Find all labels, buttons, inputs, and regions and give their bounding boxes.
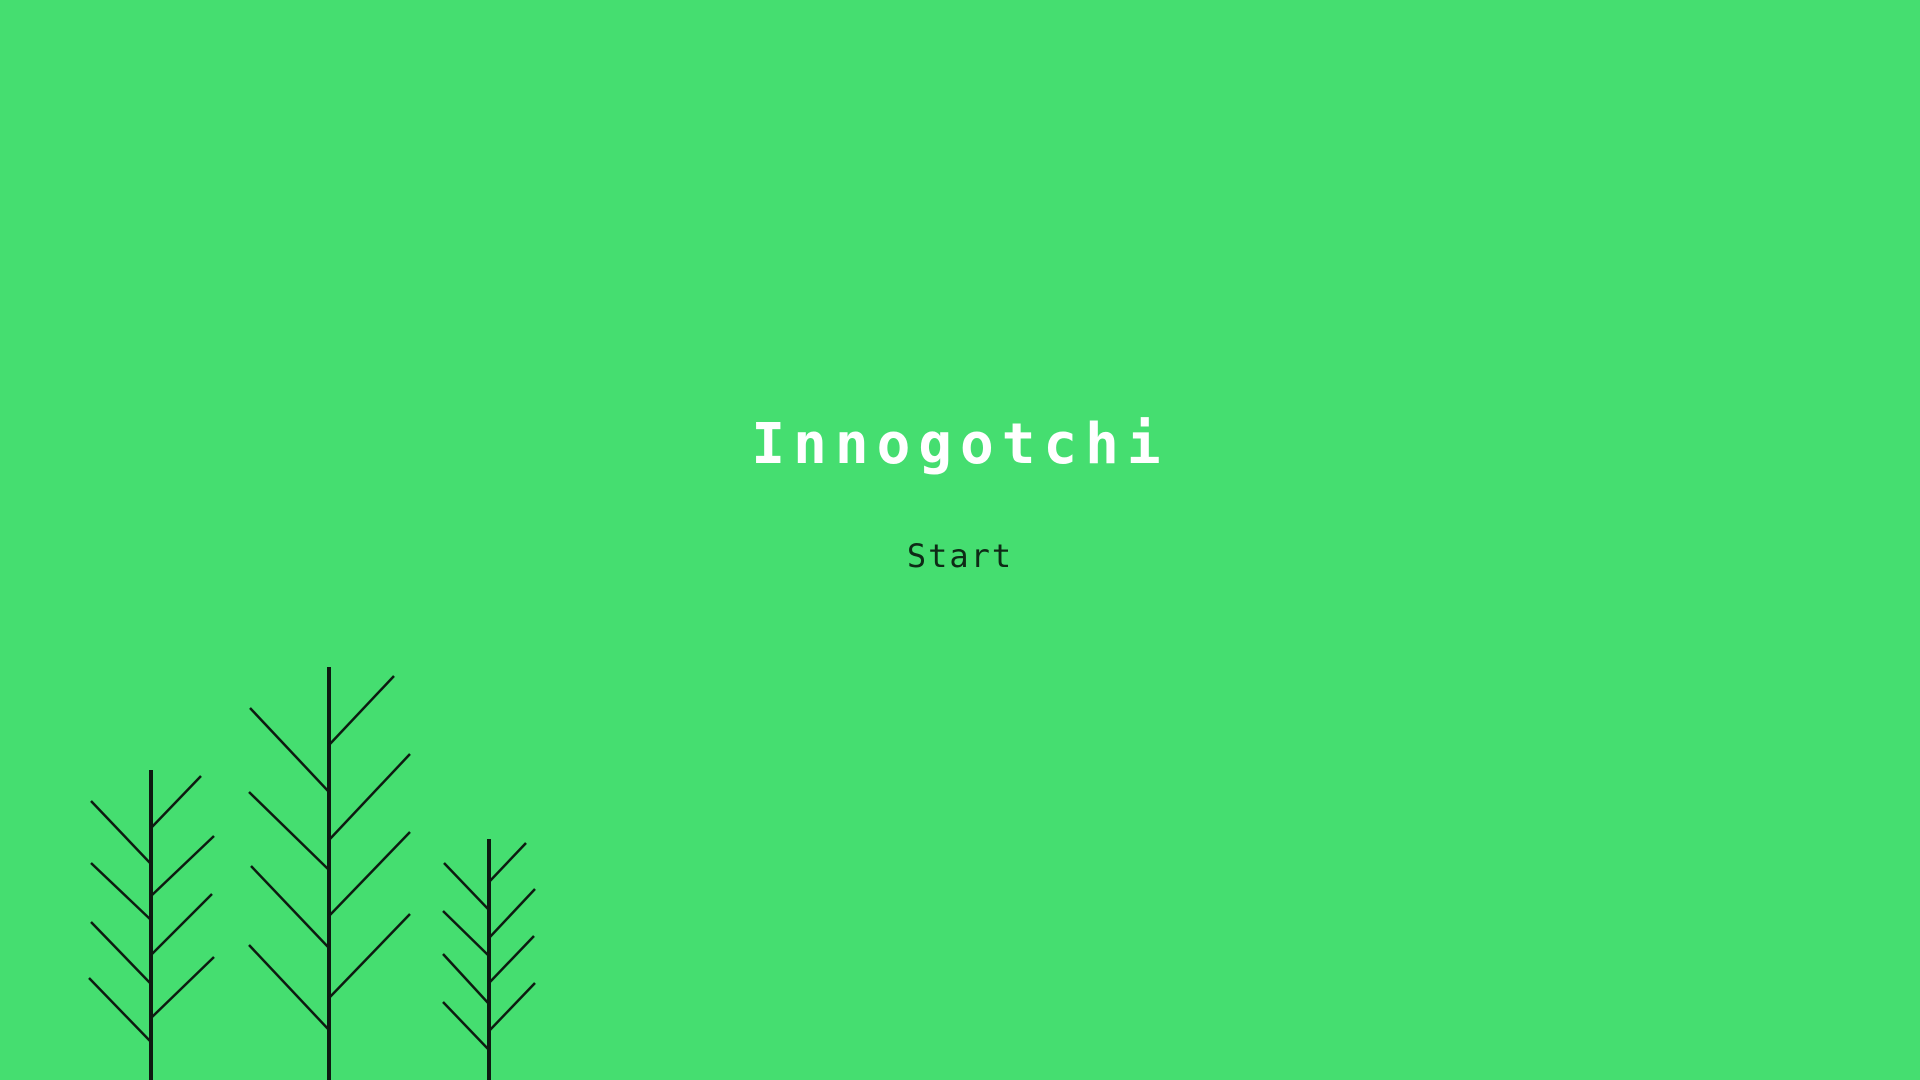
game-title: Innogotchi	[751, 412, 1169, 477]
start-button[interactable]: Start	[860, 530, 1060, 582]
tree-left	[88, 770, 215, 1080]
tree-right	[442, 839, 536, 1080]
tree-middle	[248, 667, 411, 1080]
